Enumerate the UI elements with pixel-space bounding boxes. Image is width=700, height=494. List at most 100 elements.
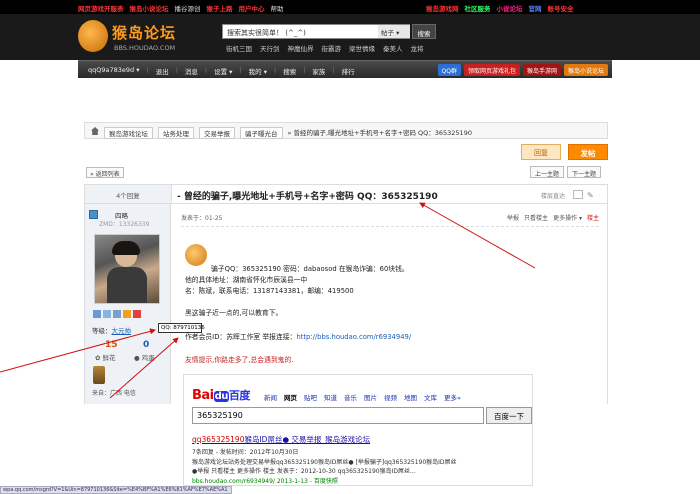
- breadcrumb-item[interactable]: 交易举报: [199, 127, 235, 139]
- eggs-label[interactable]: ● 鸡蛋: [134, 352, 155, 362]
- user-id: ZMD：13326339: [99, 221, 150, 228]
- post-tools: 举报 只看楼主 更多操作 ▾ 楼主: [507, 213, 599, 222]
- report-url-link[interactable]: http://bbs.houdao.com/r6934949/: [296, 333, 411, 341]
- baidu-result-url[interactable]: bbs.houdao.com/r6934949/ 2013-1-13 - 百度快…: [192, 476, 338, 485]
- username-menu[interactable]: qqQ9a783e9d ▾: [88, 66, 139, 76]
- nav-messages[interactable]: 消息: [185, 66, 198, 76]
- gift-icon[interactable]: [123, 310, 131, 318]
- top-link[interactable]: 账号安全: [548, 3, 574, 13]
- online-status-icon: [89, 210, 98, 219]
- baidu-tab[interactable]: 视频: [384, 392, 397, 402]
- baidu-tab[interactable]: 图片: [364, 392, 377, 402]
- quicklink[interactable]: 街机三国: [226, 43, 252, 53]
- top-link[interactable]: 猴子上路: [207, 3, 233, 13]
- qq-icon[interactable]: [133, 310, 141, 318]
- next-thread-button[interactable]: 下一主题: [567, 166, 602, 178]
- floor-jump[interactable]: 楼层直达: [541, 191, 565, 200]
- reply-button[interactable]: 回复: [521, 144, 561, 160]
- breadcrumb-item[interactable]: 猴岛游戏论坛: [104, 127, 153, 139]
- post-line: 名：陈斌，联系电话：13187143381，邮编：419500: [185, 287, 354, 295]
- ad-area: [78, 78, 612, 120]
- baidu-search-button[interactable]: 百度一下: [486, 407, 532, 424]
- baidu-result-title[interactable]: qq365325190猴岛ID屌丝● 交易举报_猴岛游戏论坛: [192, 434, 370, 445]
- monkey-logo-icon: [78, 20, 108, 52]
- game-quicklinks: 街机三国 天行剑 神魔仙界 街霸游 梁世情缘 秦美人 龙将: [226, 43, 424, 53]
- logo-subtitle: BBS.HOUDAO.COM: [114, 44, 176, 52]
- search-button[interactable]: 搜索: [412, 24, 436, 39]
- baidu-tab[interactable]: 更多»: [444, 392, 461, 402]
- message-icon[interactable]: [93, 310, 101, 318]
- top-bar: 网页游戏开服表 猴岛小说论坛 播谷源创 猴子上路 用户中心 帮助 猴岛游戏网 社…: [0, 0, 700, 14]
- post-line: 他的具体地址：湖南省怀化市辰溪县一中: [185, 276, 308, 284]
- quicklink[interactable]: 秦美人: [383, 43, 403, 53]
- top-links-right: 猴岛游戏网 社区服务 小说论坛 官网 账号安全: [426, 3, 574, 13]
- top-link[interactable]: 播谷源创: [175, 3, 201, 13]
- baidu-tab[interactable]: 音乐: [344, 392, 357, 402]
- flowers-label[interactable]: ✿ 鲜花: [95, 352, 116, 362]
- baidu-search-input[interactable]: 365325190: [192, 407, 484, 424]
- baidu-tab-active[interactable]: 网页: [284, 392, 297, 402]
- post-line: 作者会员ID：苏辉工作室 举报连接：http://bbs.houdao.com/…: [185, 333, 412, 341]
- quicklink[interactable]: 神魔仙界: [288, 43, 314, 53]
- top-link[interactable]: 猴岛小说论坛: [130, 3, 169, 13]
- avatar[interactable]: [94, 234, 160, 304]
- user-location: 来自：广西 电信: [92, 390, 136, 397]
- post-line: 黑这骗子近一点的,可以教育下。: [185, 309, 283, 317]
- top-link[interactable]: 用户中心: [239, 3, 265, 13]
- breadcrumb-item[interactable]: 骗子曝光台: [240, 127, 283, 139]
- eggs-count: 0: [143, 340, 150, 350]
- quicklink[interactable]: 梁世情缘: [349, 43, 375, 53]
- breadcrumb: 猴岛游戏论坛 站务处理 交易举报 骗子曝光台 » 曾经的骗子,曝光地址+手机号+…: [84, 122, 608, 139]
- nav-logout[interactable]: 退出: [156, 66, 169, 76]
- gift-button[interactable]: 领取网页游戏礼包: [463, 64, 520, 76]
- back-to-list-button[interactable]: « 返回列表: [86, 167, 124, 178]
- search-type-select[interactable]: 帖子 ▾: [378, 25, 410, 38]
- breadcrumb-item[interactable]: 站务处理: [158, 127, 194, 139]
- baidu-tab[interactable]: 地图: [404, 392, 417, 402]
- baidu-result-snippet: 猴岛游戏论坛站务处理交易举报qq365325190猴岛ID屌丝● [举报骗子]q…: [192, 459, 457, 466]
- baidu-result-snippet: ●举报 只看楼主 更多操作 楼主 发表于：2012-10-30 qq365325…: [192, 468, 416, 475]
- top-link[interactable]: 小说论坛: [497, 3, 523, 13]
- home-icon[interactable]: [91, 127, 99, 135]
- prev-thread-button[interactable]: 上一主题: [530, 166, 565, 178]
- pen-icon[interactable]: ✎: [587, 191, 594, 200]
- monkey-emoji-icon: [185, 244, 207, 266]
- mobile-game-button[interactable]: 猴岛手游网: [522, 64, 561, 76]
- top-link[interactable]: 社区服务: [465, 3, 491, 13]
- nav-rank[interactable]: 排行: [342, 66, 355, 76]
- browser-status-bar: wpa.qq.com/msgrd?V=1&Uin=879710136&Site=…: [0, 486, 232, 494]
- medal-icon: [93, 366, 105, 384]
- quicklink[interactable]: 街霸游: [322, 43, 342, 53]
- baidu-tab[interactable]: 新闻: [264, 392, 277, 402]
- site-logo[interactable]: 猴岛论坛 BBS.HOUDAO.COM: [78, 20, 188, 56]
- baidu-tab[interactable]: 贴吧: [304, 392, 317, 402]
- profile-icon[interactable]: [103, 310, 111, 318]
- breadcrumb-current: » 曾经的骗子,曝光地址+手机号+名字+密码 QQ：365325190: [287, 129, 472, 137]
- user-grade: 等级：大元帅: [92, 327, 131, 335]
- top-link[interactable]: 帮助: [271, 3, 284, 13]
- qq-tooltip: QQ: 879710136: [158, 323, 205, 333]
- only-owner-link[interactable]: 只看楼主: [524, 213, 548, 222]
- nav-mine[interactable]: 我的 ▾: [249, 66, 267, 76]
- quicklink[interactable]: 龙将: [411, 43, 424, 53]
- top-link[interactable]: 猴岛游戏网: [426, 3, 459, 13]
- more-actions-menu[interactable]: 更多操作 ▾: [553, 213, 582, 222]
- floor-jump-input[interactable]: [573, 190, 583, 199]
- baidu-tabs: 新闻 网页 贴吧 知道 音乐 图片 视频 地图 文库 更多»: [264, 392, 461, 402]
- quicklink[interactable]: 天行剑: [260, 43, 280, 53]
- baidu-logo: Baidu百度: [192, 388, 250, 403]
- nav-search[interactable]: 搜索: [283, 66, 296, 76]
- reply-count: 4个回复: [85, 185, 172, 203]
- friend-icon[interactable]: [113, 310, 121, 318]
- thread-pager: 上一主题 下一主题: [530, 166, 602, 178]
- novel-forum-button[interactable]: 猴岛小说论坛: [563, 64, 608, 76]
- nav-settings[interactable]: 设置 ▾: [214, 66, 232, 76]
- baidu-tab[interactable]: 知道: [324, 392, 337, 402]
- new-post-button[interactable]: 发帖: [568, 144, 608, 160]
- qq-group-button[interactable]: QQ群: [437, 64, 461, 76]
- top-link[interactable]: 官网: [529, 3, 542, 13]
- top-link[interactable]: 网页游戏开服表: [78, 3, 124, 13]
- report-link[interactable]: 举报: [507, 213, 519, 222]
- nav-family[interactable]: 家族: [312, 66, 325, 76]
- baidu-tab[interactable]: 文库: [424, 392, 437, 402]
